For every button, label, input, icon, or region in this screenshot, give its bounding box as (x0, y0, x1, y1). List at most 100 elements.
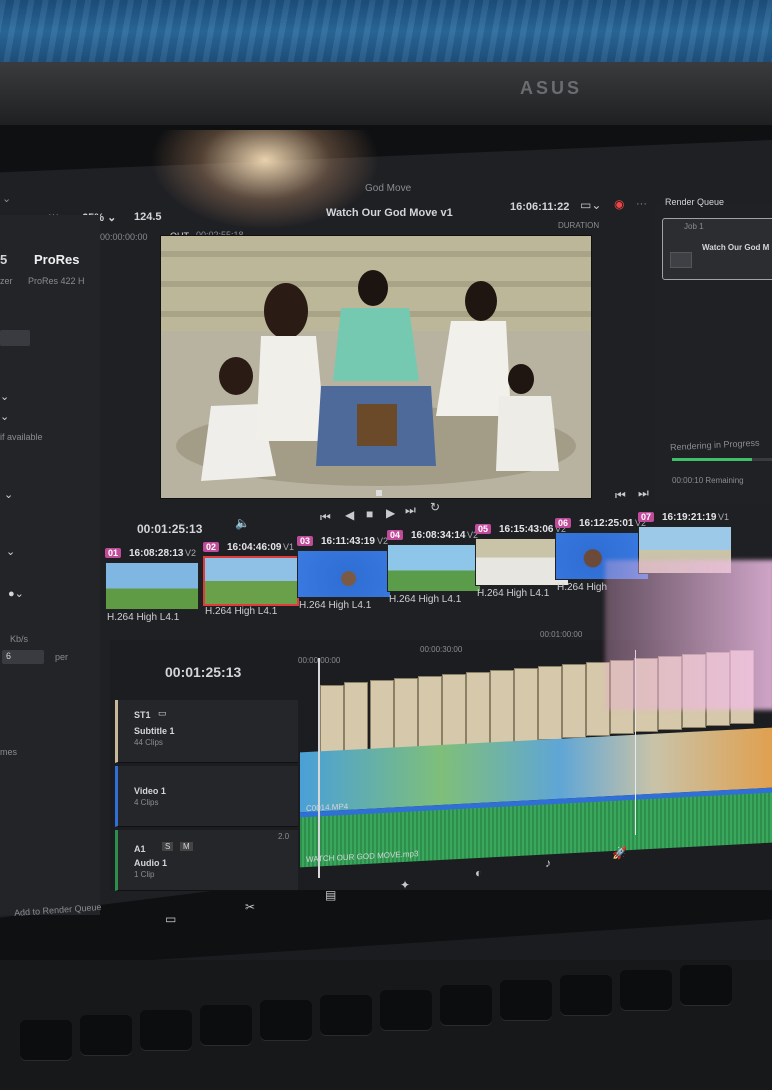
laptop-brand-logo: ASUS (520, 78, 583, 98)
fairlight-page-icon[interactable]: ♪ (545, 856, 551, 870)
track-header-video[interactable]: Video 1 4 Clips (115, 766, 298, 827)
keyboard-key (320, 995, 372, 1035)
loop-icon[interactable]: ↻ (430, 500, 440, 514)
clip-codec: H.264 High L4.1 (299, 600, 372, 611)
color-icon[interactable]: ◉ (614, 197, 624, 211)
keyboard-key (500, 980, 552, 1020)
job-label: Job 1 (684, 222, 704, 231)
clip-codec: H.264 High (557, 582, 608, 593)
subtitle-clip[interactable] (418, 676, 442, 750)
skip-start-icon[interactable]: ⏮ (320, 510, 331, 525)
subtitle-clip[interactable] (538, 666, 562, 740)
volume-icon[interactable]: 🔈 (235, 516, 250, 530)
cut-page-icon[interactable]: ✂ (245, 900, 255, 914)
reflection-overlay (605, 560, 772, 710)
track-name: Audio 1 (134, 858, 167, 868)
next-clip-icon[interactable]: ⏭ (638, 486, 649, 501)
clip-number: 06 (555, 518, 572, 528)
clip-timecode: 16:04:46:09 (227, 542, 282, 553)
timeline-timecode: 00:01:25:13 (165, 664, 242, 680)
chevron-down-icon[interactable]: ⌄ (6, 545, 15, 558)
chevron-down-icon[interactable]: ⌄ (0, 390, 9, 403)
bitrate-input[interactable]: 6 (2, 650, 44, 664)
laptop-keyboard (0, 960, 772, 1090)
clip-image-selected (203, 556, 299, 606)
keyboard-key (560, 975, 612, 1015)
viewer-timecode: 16:06:11:22 (510, 201, 570, 213)
job-thumbnail (670, 252, 692, 268)
clip-image (105, 562, 199, 610)
preset-prores-sub: ProRes 422 H (28, 276, 85, 286)
edit-page-icon[interactable]: ▤ (325, 888, 336, 902)
caption-icon[interactable]: ▭ (158, 708, 167, 719)
media-page-icon[interactable]: ▭ (165, 912, 176, 926)
codec-select[interactable] (0, 330, 30, 346)
solo-button[interactable]: S (162, 842, 174, 851)
stop-icon[interactable]: ■ (366, 507, 373, 521)
chevron-down-icon[interactable]: ⌄ (2, 192, 11, 205)
chevron-down-icon[interactable]: ⌄ (0, 410, 9, 423)
prev-clip-icon[interactable]: ⏮ (615, 488, 626, 503)
subtitle-clip[interactable] (490, 670, 514, 744)
clip-thumbnail[interactable]: 02 16:04:46:09 V1 H.264 High L4.1 (203, 542, 299, 624)
track-header-subtitle[interactable]: ST1 ▭ Subtitle 1 44 Clips (115, 700, 298, 763)
subtitle-clip[interactable] (370, 680, 394, 754)
keyboard-key (620, 970, 672, 1010)
color-page-icon[interactable]: ◐ (475, 866, 482, 880)
render-settings-panel (0, 215, 100, 915)
viewer-frame-image (161, 236, 591, 498)
video-viewer[interactable] (160, 235, 592, 499)
ruler-end: 00:01:00:00 (540, 630, 583, 639)
clip-thumbnail[interactable]: 01 16:08:28:13 V2 H.264 High L4.1 (105, 548, 199, 630)
play-icon[interactable]: ▶ (386, 506, 395, 520)
duration-label: DURATION (558, 221, 600, 230)
track-id: A1 (134, 844, 146, 854)
skip-end-icon[interactable]: ⏭ (405, 503, 416, 518)
project-title: God Move (365, 183, 412, 194)
clip-timecode: 16:15:43:06 (499, 524, 554, 535)
subtitle-clip[interactable] (320, 685, 344, 759)
timeline-playhead[interactable] (318, 658, 320, 878)
video-clip-label: C0014.MP4 (306, 801, 349, 814)
subtitle-clip[interactable] (394, 678, 418, 752)
subtitle-clip[interactable] (562, 664, 586, 738)
clip-thumbnail[interactable]: 03 16:11:43:19 V2 H.264 High L4.1 (297, 536, 391, 618)
fusion-page-icon[interactable]: ✦ (400, 878, 410, 892)
subtitle-clip[interactable] (514, 668, 538, 742)
play-reverse-icon[interactable]: ◀ (345, 508, 354, 522)
subtitle-clip[interactable] (442, 674, 466, 748)
format-sub-left: zer (0, 276, 13, 286)
keyboard-key (380, 990, 432, 1030)
viewer-options-icon[interactable]: ▭⌄ (580, 198, 601, 212)
clip-codec: H.264 High L4.1 (205, 606, 278, 617)
clip-number: 01 (105, 548, 122, 558)
if-available-label: if available (0, 432, 43, 442)
clip-image (387, 544, 481, 592)
chevron-down-icon[interactable]: ⌄ (4, 488, 13, 501)
deliver-page-icon[interactable]: 🚀 (612, 846, 627, 860)
render-remaining: 00:00:10 Remaining (672, 476, 744, 485)
options-icon[interactable]: ··· (636, 198, 647, 210)
mute-button[interactable]: M (180, 842, 193, 851)
subtitle-clip[interactable] (466, 672, 490, 746)
track-id: ST1 (134, 710, 151, 720)
toggle-icon[interactable]: ●⌄ (8, 587, 24, 600)
track-header-audio[interactable]: A1 S M 2.0 Audio 1 1 Clip (115, 830, 298, 891)
keyboard-key (440, 985, 492, 1025)
clip-number: 05 (475, 524, 492, 534)
playhead-marker[interactable] (376, 490, 382, 496)
keyboard-key (80, 1015, 132, 1055)
format-left-text: 5 (0, 252, 8, 267)
clip-thumbnail[interactable]: 04 16:08:34:14 V2 H.264 High L4.1 (387, 530, 481, 612)
laptop-lid (0, 62, 772, 132)
water-background (0, 0, 772, 70)
track-name: Video 1 (134, 786, 166, 796)
subtitle-clip[interactable] (344, 682, 368, 756)
preset-prores[interactable]: ProRes (34, 252, 80, 267)
clip-number: 02 (203, 542, 220, 552)
clip-image (297, 550, 391, 598)
clip-timecode: 16:11:43:19 (321, 536, 375, 547)
transport-timecode: 00:01:25:13 (137, 522, 203, 536)
keyboard-key (260, 1000, 312, 1040)
timeline-name[interactable]: Watch Our God Move v1 (326, 207, 453, 219)
